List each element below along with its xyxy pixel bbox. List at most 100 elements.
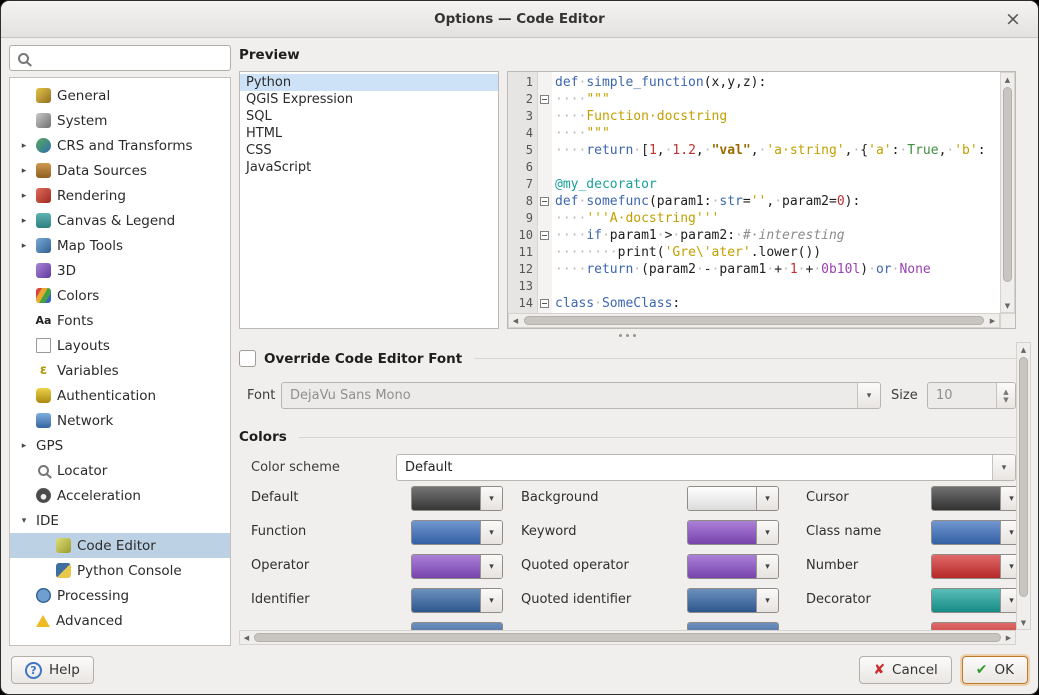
chevron-right-icon[interactable]: ▸ [18, 241, 30, 251]
color-swatch-operator[interactable]: ▾ [411, 554, 503, 579]
chevron-down-icon[interactable]: ▾ [756, 521, 778, 544]
color-swatch-quoted-operator[interactable]: ▾ [687, 554, 779, 579]
color-swatch-class-name[interactable]: ▾ [931, 520, 1016, 545]
color-swatch-partial[interactable] [931, 622, 1016, 630]
sidebar-item-system[interactable]: System [10, 108, 230, 133]
help-button[interactable]: ? Help [11, 656, 94, 684]
scroll-right-icon[interactable]: ▶ [1002, 631, 1015, 644]
chevron-down-icon[interactable]: ▾ [480, 555, 502, 578]
sidebar-item-gps[interactable]: ▸GPS [10, 433, 230, 458]
color-swatch-background[interactable]: ▾ [687, 486, 779, 511]
close-button[interactable]: × [1002, 8, 1024, 30]
language-item-qgis-expression[interactable]: QGIS Expression [240, 91, 498, 108]
chevron-down-icon[interactable]: ▾ [1000, 521, 1016, 544]
sidebar-item-authentication[interactable]: Authentication [10, 383, 230, 408]
scroll-left-icon[interactable]: ◀ [509, 314, 522, 327]
sidebar-item-python-console[interactable]: Python Console [10, 558, 230, 583]
settings-horizontal-scrollbar[interactable]: ◀ ▶ [239, 630, 1016, 645]
sidebar-item-map-tools[interactable]: ▸Map Tools [10, 233, 230, 258]
crs-icon [36, 138, 51, 153]
chevron-down-icon[interactable]: ▾ [480, 521, 502, 544]
language-item-python[interactable]: Python [240, 74, 498, 91]
language-item-javascript[interactable]: JavaScript [240, 159, 498, 176]
code-line: ········print('Gre\'ater'.lower()) [555, 244, 999, 261]
language-item-css[interactable]: CSS [240, 142, 498, 159]
color-swatch-partial[interactable] [411, 622, 503, 630]
chevron-down-icon[interactable]: ▾ [756, 555, 778, 578]
chevron-down-icon[interactable]: ▾ [480, 487, 502, 510]
scroll-left-icon[interactable]: ◀ [240, 631, 253, 644]
color-swatch-decorator[interactable]: ▾ [931, 588, 1016, 613]
ok-label: OK [995, 662, 1014, 678]
color-setting-label: Quoted identifier [521, 592, 631, 607]
chevron-down-icon[interactable]: ▾ [480, 589, 502, 612]
color-swatch-default[interactable]: ▾ [411, 486, 503, 511]
fold-marker-icon[interactable] [540, 95, 549, 104]
search-box[interactable] [9, 45, 231, 71]
chevron-right-icon[interactable]: ▸ [18, 441, 30, 451]
fold-marker-icon[interactable] [540, 197, 549, 206]
ok-button[interactable]: ✔ OK [962, 656, 1028, 684]
sidebar-item-variables[interactable]: Variables [10, 358, 230, 383]
chevron-right-icon[interactable]: ▸ [18, 216, 30, 226]
fold-marker-icon[interactable] [540, 299, 549, 308]
color-swatch-fill [932, 589, 1000, 612]
color-grid: Default▾Background▾Cursor▾Function▾Keywo… [239, 342, 1016, 630]
cancel-button[interactable]: ✘ Cancel [859, 656, 951, 684]
color-swatch-function[interactable]: ▾ [411, 520, 503, 545]
scroll-right-icon[interactable]: ▶ [986, 314, 999, 327]
chevron-down-icon[interactable]: ▾ [18, 516, 30, 526]
code-horizontal-scrollbar[interactable]: ◀ ▶ [508, 313, 1000, 328]
color-swatch-quoted-identifier[interactable]: ▾ [687, 588, 779, 613]
code-vertical-scrollbar[interactable]: ▲ ▼ [1000, 72, 1015, 313]
scroll-down-icon[interactable]: ▼ [1017, 616, 1030, 629]
scrollbar-thumb[interactable] [1019, 357, 1028, 597]
chevron-down-icon[interactable]: ▾ [756, 589, 778, 612]
sidebar-item-fonts[interactable]: Fonts [10, 308, 230, 333]
splitter-handle[interactable] [239, 329, 1016, 342]
scroll-up-icon[interactable]: ▲ [1001, 73, 1014, 86]
language-item-html[interactable]: HTML [240, 125, 498, 142]
color-swatch-number[interactable]: ▾ [931, 554, 1016, 579]
sidebar-item-acceleration[interactable]: Acceleration [10, 483, 230, 508]
chevron-down-icon[interactable]: ▾ [1000, 555, 1016, 578]
sidebar-item-data-sources[interactable]: ▸Data Sources [10, 158, 230, 183]
sidebar-item-locator[interactable]: Locator [10, 458, 230, 483]
sidebar-item-ide[interactable]: ▾IDE [10, 508, 230, 533]
color-swatch-cursor[interactable]: ▾ [931, 486, 1016, 511]
chevron-right-icon[interactable]: ▸ [18, 141, 30, 151]
search-input[interactable] [37, 50, 224, 67]
scroll-down-icon[interactable]: ▼ [1001, 299, 1014, 312]
color-swatch-fill [688, 487, 756, 510]
color-swatch-partial[interactable] [687, 622, 779, 630]
sidebar-item-colors[interactable]: Colors [10, 283, 230, 308]
sidebar-item-general[interactable]: General [10, 83, 230, 108]
titlebar[interactable]: Options — Code Editor × [1, 1, 1038, 38]
sidebar-item-layouts[interactable]: Layouts [10, 333, 230, 358]
sidebar-item-code-editor[interactable]: Code Editor [10, 533, 230, 558]
sidebar-item-canvas-legend[interactable]: ▸Canvas & Legend [10, 208, 230, 233]
sidebar-item-network[interactable]: Network [10, 408, 230, 433]
code-line: class·SomeClass: [555, 295, 999, 312]
scrollbar-thumb[interactable] [254, 633, 1001, 642]
chevron-right-icon[interactable]: ▸ [18, 166, 30, 176]
code-line [555, 159, 999, 176]
line-number: 4 [508, 125, 537, 142]
color-swatch-identifier[interactable]: ▾ [411, 588, 503, 613]
sidebar-item-advanced[interactable]: Advanced [10, 608, 230, 633]
scrollbar-thumb[interactable] [1003, 87, 1012, 282]
sidebar-item-processing[interactable]: Processing [10, 583, 230, 608]
sidebar-item-rendering[interactable]: ▸Rendering [10, 183, 230, 208]
sidebar-item-3d[interactable]: 3D [10, 258, 230, 283]
scroll-up-icon[interactable]: ▲ [1017, 343, 1030, 356]
settings-vertical-scrollbar[interactable]: ▲ ▼ [1016, 342, 1031, 630]
scrollbar-thumb[interactable] [524, 316, 984, 325]
color-swatch-keyword[interactable]: ▾ [687, 520, 779, 545]
chevron-right-icon[interactable]: ▸ [18, 191, 30, 201]
sidebar-item-crs-and-transforms[interactable]: ▸CRS and Transforms [10, 133, 230, 158]
language-item-sql[interactable]: SQL [240, 108, 498, 125]
chevron-down-icon[interactable]: ▾ [1000, 589, 1016, 612]
fold-marker-icon[interactable] [540, 231, 549, 240]
chevron-down-icon[interactable]: ▾ [1000, 487, 1016, 510]
chevron-down-icon[interactable]: ▾ [756, 487, 778, 510]
